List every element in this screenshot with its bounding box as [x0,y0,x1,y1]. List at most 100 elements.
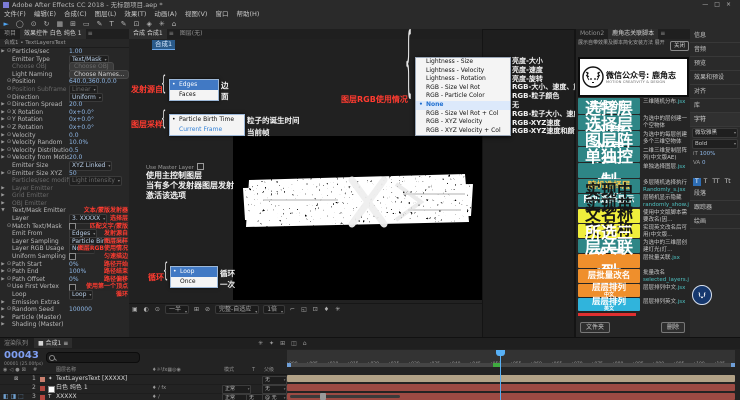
tab-project[interactable]: 项目 [0,29,20,39]
dock-panel-tab[interactable]: 库 [690,99,740,113]
tab-motion2[interactable]: Motion2 [576,29,608,39]
layer-duration-bar-2[interactable] [287,384,735,391]
expand-arrow-icon[interactable]: ▶ [0,200,6,208]
type-style-button[interactable]: T [693,178,701,186]
viewer-toolbar-item[interactable]: ⊞ [191,306,202,313]
tool-icon[interactable]: ⊞ [67,20,80,28]
layer-row-3[interactable]: 3 T XXXXX ♦ ∕ 正常 无 @ 无 [0,393,287,400]
fx-property-row[interactable]: ▶ Layer Emitter [0,185,129,193]
timeline-search-input[interactable] [46,352,140,363]
work-area-start-handle[interactable] [287,363,291,367]
layer-color-swatch[interactable] [40,377,45,382]
dock-panel-tab[interactable]: 音频 [690,43,740,57]
tool-icon[interactable]: ⌂ [168,20,179,28]
close-info-button[interactable]: 关闭 [670,41,689,51]
menu-item[interactable]: 动画(A) [150,10,181,18]
current-timecode[interactable]: 00043 [4,351,39,361]
fx-property-row[interactable]: ⊙ Position Subframe Linear [0,86,129,94]
menu-item[interactable]: 效果(T) [120,10,150,18]
expand-arrow-icon[interactable]: ▼ [0,207,6,215]
fx-property-row[interactable]: Loop Loop 循环 [0,291,129,299]
viewer-toolbar-item[interactable]: 1倍 [263,305,285,314]
fx-property-row[interactable]: ▶ Grid Emitter [0,192,129,200]
script-file-link[interactable]: Randomly_s.jsx [643,187,686,193]
layer-switches[interactable]: ♦ ∕ [152,393,160,400]
fx-property-row[interactable]: ▶ ⊙ Path End 100% 路径结束 [0,268,129,276]
rgb-menu-item[interactable]: RGB - Size Vel Rot + Col [416,110,510,119]
rgb-menu-item[interactable]: RGB - XYZ Velocity [416,118,510,127]
fx-property-value[interactable]: 10.0% [69,139,88,147]
tracking-row[interactable]: VA 0 [690,159,740,168]
fx-property-row[interactable]: ▶ Particle (Master) [0,314,129,322]
tab-comp-timeline[interactable]: ■ 合成1 ≡ [34,338,72,348]
expand-arrow-icon[interactable]: ▶ [0,314,6,322]
window-controls[interactable]: —□× [702,0,737,10]
fx-property-row[interactable]: Layer RGB Usage None 图层RGB使用情况 [0,245,129,253]
dock-panel-tab[interactable]: 对齐 [690,85,740,99]
active-comp-label[interactable]: 合成1 [152,40,175,50]
rgb-menu-item[interactable]: RGB - XYZ Velocity + Col [416,127,510,136]
script-file-link[interactable]: .jsx [676,285,685,291]
panel-menu-icon[interactable]: ≡ [658,30,667,37]
fx-property-row[interactable]: Particles/sec modifier Light intensity [0,177,129,185]
timeline-icon-button[interactable]: ◫ [288,340,300,347]
timeline-zoom-slider[interactable] [290,395,400,398]
expand-arrow-icon[interactable]: ▶ [0,299,6,307]
fx-property-row[interactable]: Emitter Size XYZ Linked [0,162,129,170]
type-style-button[interactable]: T [702,178,710,186]
maximize-button[interactable]: □ [714,1,726,8]
menu-item[interactable]: 窗口 [211,10,232,18]
timeline-icon-button[interactable]: ⊞ [277,340,288,347]
layer-name[interactable]: XXXXX [56,393,77,400]
tool-icon[interactable]: ⊡ [130,20,143,28]
font-style-select[interactable]: Bold [692,139,738,149]
viewer-toolbar-item[interactable]: ▣ [129,306,141,313]
fx-property-row[interactable]: ▼ Text/Mask Emitter 文本/蒙版发射器 [0,207,129,215]
viewer-toolbar-item[interactable]: ⊙ [152,306,163,313]
panel-menu-icon[interactable]: ≡ [63,340,68,347]
type-style-button[interactable]: Tt [723,178,733,186]
fx-property-row[interactable]: ▶ ⊙ X Rotation 0x+0.0° [0,109,129,117]
fx-property-value[interactable]: 100000 [69,306,92,314]
option-once[interactable]: Once [171,277,217,287]
panel-menu-icon[interactable]: ≡ [167,30,176,37]
composition-viewport[interactable] [233,136,482,300]
fx-property-row[interactable]: ▶ Shading (Master) [0,321,129,329]
rgb-menu-item[interactable]: None [416,101,510,110]
viewer-toolbar-item[interactable]: ✳ [332,306,343,313]
script-button[interactable]: 层批量改名 [578,269,640,283]
rgb-menu-item[interactable]: Lightness - Velocity [416,67,510,76]
fx-property-row[interactable]: ▶ ⊙ Velocity Distribution 0.5 [0,147,129,155]
font-size-row[interactable]: iT 100% [690,150,740,159]
menu-item[interactable]: 合成(C) [60,10,91,18]
expand-arrow-icon[interactable]: ▶ [0,321,6,329]
menu-item[interactable]: 编辑(E) [30,10,60,18]
tool-icon[interactable]: ▦ [53,20,67,28]
rgb-menu-item[interactable]: Lightness - Rotation [416,75,510,84]
fx-property-row[interactable]: ▶ ⊙ Particles/sec 1.00 [0,48,129,56]
layer-name[interactable]: 白色 纯色 1 [56,384,88,393]
script-file-link[interactable]: .jsx [671,255,680,261]
close-button[interactable]: × [726,1,737,8]
script-button[interactable]: 层层排列 英文 [578,298,640,311]
checkbox-icon[interactable] [197,163,204,170]
folder-button[interactable]: 文件夹 [580,322,610,333]
fx-property-value[interactable]: 0% [69,261,79,269]
tab-layer-viewer[interactable]: 图层(无) [176,29,207,39]
tool-icon[interactable]: ↻ [40,20,53,28]
viewer-toolbar-item[interactable]: ◐ [141,306,152,313]
fx-property-row[interactable]: ▶ ⊙ Velocity Random 10.0% [0,139,129,147]
viewer-toolbar-item[interactable]: ♦ [321,306,332,313]
layer-color-swatch[interactable] [40,395,45,400]
timeline-icon-button[interactable]: ✳ [255,340,266,347]
font-size-value[interactable]: 100% [700,151,716,157]
fx-property-row[interactable]: Light Naming Choose Names... [0,71,129,79]
fx-property-row[interactable]: ⊙ Direction Uniform [0,94,129,102]
fx-property-row[interactable]: ▶ ⊙ Y Rotation 0x+0.0° [0,116,129,124]
tool-icon[interactable]: ⊙ [27,20,40,28]
tool-icon[interactable]: ◯ [12,20,27,28]
dock-panel-tab[interactable]: 效果和预设 [690,71,740,85]
tool-icon[interactable]: ◈ [143,20,155,28]
rgb-menu-item[interactable]: RGB - Particle Color [416,92,510,101]
option-faces[interactable]: Faces [170,90,218,100]
